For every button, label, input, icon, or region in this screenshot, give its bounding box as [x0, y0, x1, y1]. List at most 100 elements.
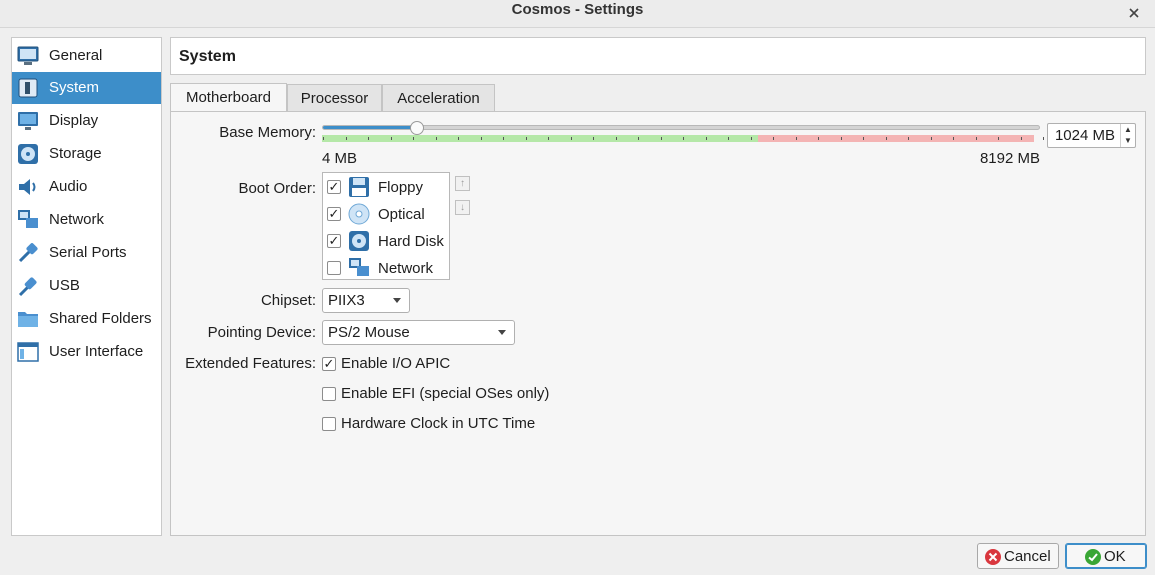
ok-label: OK	[1104, 548, 1126, 565]
base-memory-slider-fill	[323, 126, 413, 129]
slider-tick	[660, 137, 662, 140]
sidebar-item-label: Serial Ports	[49, 244, 127, 261]
boot-item-label: Network	[378, 260, 434, 277]
extended-features-label: Extended Features:	[185, 355, 316, 372]
slider-tick	[840, 137, 842, 140]
sidebar-item-shared-folders[interactable]: Shared Folders	[12, 303, 161, 335]
sidebar-item-system[interactable]: System	[12, 72, 161, 104]
sidebar-item-label: Shared Folders	[49, 310, 152, 327]
slider-tick	[390, 137, 392, 140]
pointing-device-label: Pointing Device:	[207, 324, 316, 341]
spin-down-icon[interactable]: ▼	[1121, 135, 1135, 146]
slider-tick	[818, 137, 819, 140]
slider-tick	[458, 137, 459, 140]
slider-tick	[728, 137, 729, 140]
slider-tick	[435, 137, 437, 140]
arrow-up-icon: ↑	[460, 178, 465, 189]
sidebar-item-label: General	[49, 47, 103, 64]
sidebar-item-storage[interactable]: Storage	[12, 138, 161, 170]
sidebar-item-serial-ports[interactable]: Serial Ports	[12, 237, 161, 269]
serial-ports-icon	[18, 243, 38, 263]
pointing-device-combo[interactable]: PS/2 Mouse	[322, 320, 515, 345]
move-down-button[interactable]: ↓	[455, 200, 470, 215]
settings-category-list: General System Display Storage Audio Net…	[11, 37, 162, 536]
boot-item-hard-disk[interactable]: ✓ Hard Disk	[323, 228, 449, 254]
slider-tick	[1020, 137, 1022, 140]
tab-motherboard[interactable]: Motherboard	[170, 83, 287, 112]
slider-tick	[975, 137, 977, 140]
sidebar-item-display[interactable]: Display	[12, 105, 161, 137]
enable-efi-label: Enable EFI (special OSes only)	[341, 385, 550, 402]
slider-tick	[863, 137, 864, 140]
boot-network-checkbox[interactable]	[327, 261, 341, 275]
base-memory-spinbox[interactable]: 1024 MB ▲ ▼	[1047, 123, 1136, 148]
hard-disk-icon	[349, 231, 369, 251]
ok-check-icon	[1085, 549, 1101, 565]
boot-item-optical[interactable]: ✓ Optical	[323, 201, 449, 227]
boot-item-floppy[interactable]: ✓ Floppy	[323, 174, 449, 200]
tab-acceleration[interactable]: Acceleration	[382, 84, 495, 112]
slider-tick	[683, 137, 684, 140]
slider-tick	[750, 137, 752, 140]
usb-icon	[18, 277, 37, 297]
ok-button[interactable]: OK	[1065, 543, 1147, 569]
base-memory-slider-handle[interactable]	[410, 121, 424, 135]
cancel-label: Cancel	[1004, 548, 1051, 565]
slider-tick	[548, 137, 549, 140]
boot-hard-disk-checkbox[interactable]: ✓	[327, 234, 341, 248]
sidebar-item-label: Audio	[49, 178, 88, 195]
slider-tick	[638, 137, 639, 140]
network-boot-icon	[349, 258, 369, 276]
slider-tick	[345, 137, 347, 140]
enable-efi-checkbox[interactable]	[322, 387, 336, 401]
slider-tick	[503, 137, 504, 140]
close-window-button[interactable]	[1123, 2, 1145, 24]
base-memory-label: Base Memory:	[219, 124, 316, 141]
base-memory-slider-track[interactable]	[322, 125, 1040, 130]
boot-order-list: ✓ Floppy ✓ Optical ✓ Hard Disk Network	[322, 172, 450, 280]
audio-speaker-icon	[19, 179, 36, 195]
slider-tick	[1043, 137, 1044, 140]
boot-order-label: Boot Order:	[238, 180, 316, 197]
slider-tick	[615, 137, 617, 140]
motherboard-panel	[170, 111, 1146, 536]
spin-arrows[interactable]: ▲ ▼	[1120, 124, 1135, 147]
title-bar: Cosmos - Settings	[0, 0, 1155, 28]
tab-processor[interactable]: Processor	[287, 84, 382, 112]
slider-tick	[953, 137, 954, 140]
sidebar-item-label: System	[49, 79, 100, 96]
hardware-clock-utc-checkbox[interactable]	[322, 417, 336, 431]
sidebar-item-general[interactable]: General	[12, 40, 161, 72]
page-title: System	[179, 48, 236, 65]
boot-item-label: Optical	[378, 206, 425, 223]
slider-tick	[368, 137, 369, 140]
slider-tick	[705, 137, 707, 140]
sidebar-item-label: Display	[49, 112, 99, 129]
enable-io-apic-checkbox[interactable]: ✓	[322, 357, 336, 371]
cancel-icon	[985, 549, 1001, 565]
boot-optical-checkbox[interactable]: ✓	[327, 207, 341, 221]
spin-up-icon[interactable]: ▲	[1121, 124, 1135, 135]
slider-tick	[570, 137, 572, 140]
sidebar-item-usb[interactable]: USB	[12, 270, 161, 302]
move-up-button[interactable]: ↑	[455, 176, 470, 191]
sidebar-item-audio[interactable]: Audio	[12, 171, 161, 203]
cancel-button[interactable]: Cancel	[977, 543, 1059, 569]
arrow-down-icon: ↓	[460, 202, 465, 213]
boot-floppy-checkbox[interactable]: ✓	[327, 180, 341, 194]
shared-folder-icon	[18, 312, 38, 327]
system-chip-icon	[18, 78, 38, 98]
boot-item-network[interactable]: Network	[323, 255, 449, 281]
slider-tick	[885, 137, 887, 140]
chevron-down-icon	[498, 330, 506, 335]
chipset-label: Chipset:	[260, 292, 316, 309]
enable-io-apic-label: Enable I/O APIC	[341, 355, 451, 372]
window-title: Cosmos - Settings	[511, 1, 644, 18]
sidebar-item-user-interface[interactable]: User Interface	[12, 336, 161, 368]
chevron-down-icon	[393, 298, 401, 303]
user-interface-icon	[17, 342, 39, 362]
sidebar-item-network[interactable]: Network	[12, 204, 161, 236]
chipset-combo[interactable]: PIIX3	[322, 288, 410, 313]
slider-tick	[480, 137, 482, 140]
memory-min-label: 4 MB	[322, 150, 358, 167]
